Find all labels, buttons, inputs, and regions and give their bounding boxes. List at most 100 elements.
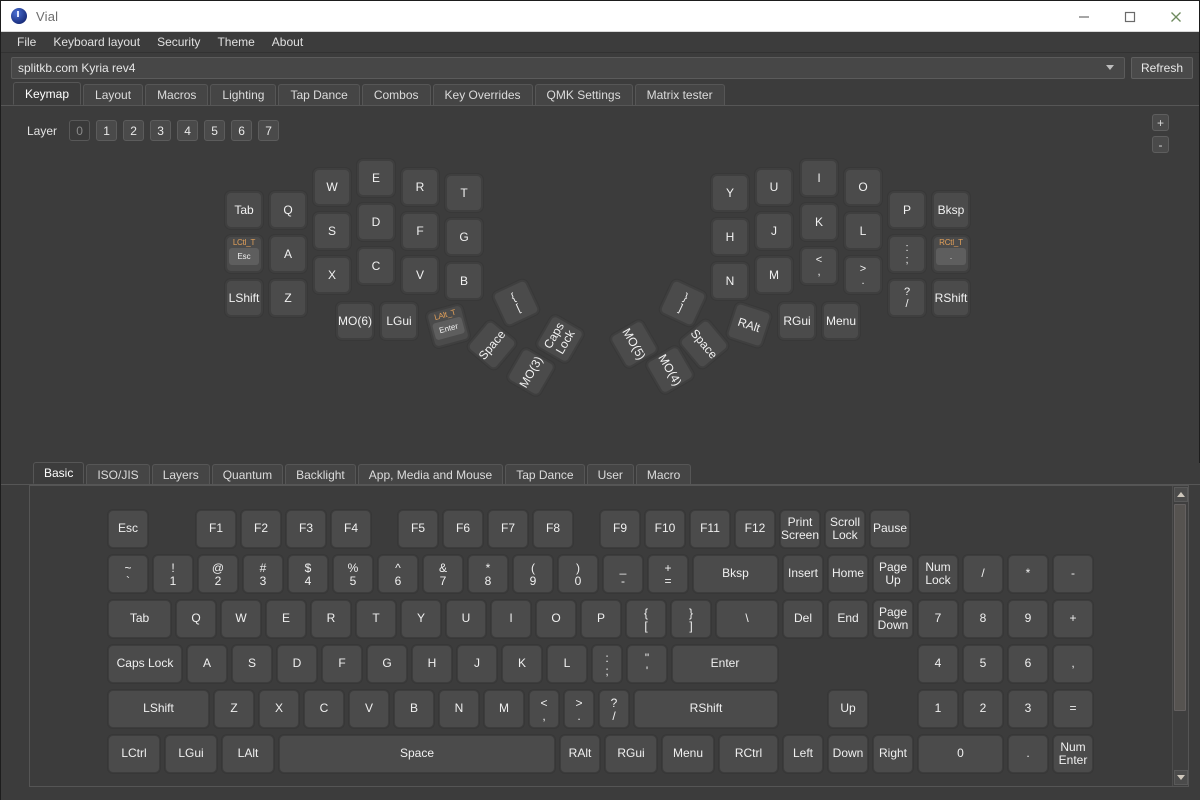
ref-key-u[interactable]: U <box>446 600 486 638</box>
ref-key-l[interactable]: L <box>547 645 587 683</box>
ref-key-d[interactable]: D <box>277 645 317 683</box>
keycap-bksp[interactable]: Bksp <box>932 191 970 229</box>
menu-item-keyboard-layout[interactable]: Keyboard layout <box>45 33 148 51</box>
keycap--[interactable]: ? / <box>888 279 926 317</box>
keycap-s[interactable]: S <box>313 212 351 250</box>
ref-key-sym[interactable]: ? / <box>599 690 629 728</box>
ref-key-sym[interactable]: / <box>963 555 1003 593</box>
ref-key-1[interactable]: 1 <box>918 690 958 728</box>
tab-layout[interactable]: Layout <box>83 84 144 105</box>
keycap-rctl_t[interactable]: RCtl_T. <box>932 235 970 273</box>
ref-key-menu[interactable]: Menu <box>662 735 714 773</box>
ref-key-m[interactable]: M <box>484 690 524 728</box>
ref-key-down[interactable]: Down <box>828 735 868 773</box>
vertical-scrollbar[interactable] <box>1172 486 1188 786</box>
ref-key-k[interactable]: K <box>502 645 542 683</box>
ref-key-print-screen[interactable]: Print Screen <box>780 510 820 548</box>
ref-key-w[interactable]: W <box>221 600 261 638</box>
keycap-q[interactable]: Q <box>269 191 307 229</box>
ref-tab-app-media-and-mouse[interactable]: App, Media and Mouse <box>357 464 504 484</box>
keycap-p[interactable]: P <box>888 191 926 229</box>
keycap-g[interactable]: G <box>445 218 483 256</box>
ref-tab-user[interactable]: User <box>586 464 634 484</box>
ref-key-up[interactable]: Up <box>828 690 868 728</box>
ref-key-sym[interactable]: <, <box>529 690 559 728</box>
keycap-lalt_t[interactable]: LAlt_T Enter <box>424 302 472 350</box>
ref-key-c[interactable]: C <box>304 690 344 728</box>
layer-button-2[interactable]: 2 <box>123 120 145 141</box>
ref-key--[interactable]: - <box>1053 555 1093 593</box>
ref-key-6[interactable]: ^ 6 <box>378 555 418 593</box>
ref-key-r[interactable]: R <box>311 600 351 638</box>
ref-key-f11[interactable]: F11 <box>690 510 730 548</box>
tab-keymap[interactable]: Keymap <box>13 82 82 105</box>
maximize-icon[interactable] <box>1107 1 1153 32</box>
keycap-u[interactable]: U <box>755 168 793 206</box>
ref-key-s[interactable]: S <box>232 645 272 683</box>
ref-tab-macro[interactable]: Macro <box>635 464 692 484</box>
tab-macros[interactable]: Macros <box>145 84 209 105</box>
ref-key-f10[interactable]: F10 <box>645 510 685 548</box>
ref-key-a[interactable]: A <box>187 645 227 683</box>
keycap-a[interactable]: A <box>269 235 307 273</box>
ref-key-5[interactable]: % 5 <box>333 555 373 593</box>
ref-key-sym[interactable]: * <box>1008 555 1048 593</box>
keycap-o[interactable]: O <box>844 168 882 206</box>
ref-key-j[interactable]: J <box>457 645 497 683</box>
scroll-track[interactable] <box>1173 503 1188 769</box>
tab-key-overrides[interactable]: Key Overrides <box>432 84 533 105</box>
ref-key-7[interactable]: 7 <box>918 600 958 638</box>
layer-button-0[interactable]: 0 <box>69 120 91 141</box>
ref-key-enter[interactable]: Enter <box>672 645 778 683</box>
ref-key-sym[interactable]: \ <box>716 600 778 638</box>
keycap-l[interactable]: L <box>844 212 882 250</box>
keycap-n[interactable]: N <box>711 262 749 300</box>
ref-key-f6[interactable]: F6 <box>443 510 483 548</box>
ref-key-num-enter[interactable]: Num Enter <box>1053 735 1093 773</box>
ref-key-end[interactable]: End <box>828 600 868 638</box>
layer-button-1[interactable]: 1 <box>96 120 118 141</box>
tab-qmk-settings[interactable]: QMK Settings <box>534 84 633 105</box>
keycap-j[interactable]: J <box>755 212 793 250</box>
ref-key-f1[interactable]: F1 <box>196 510 236 548</box>
keycap-k[interactable]: K <box>800 203 838 241</box>
device-dropdown[interactable]: splitkb.com Kyria rev4 <box>11 56 1125 79</box>
close-icon[interactable] <box>1153 1 1199 32</box>
keycap-lgui[interactable]: LGui <box>380 302 418 340</box>
keycap-menu[interactable]: Menu <box>822 302 860 340</box>
ref-key-lctrl[interactable]: LCtrl <box>108 735 160 773</box>
ref-key-h[interactable]: H <box>412 645 452 683</box>
keycap--[interactable]: <, <box>800 247 838 285</box>
ref-key-page-up[interactable]: Page Up <box>873 555 913 593</box>
ref-key-f4[interactable]: F4 <box>331 510 371 548</box>
ref-key-esc[interactable]: Esc <box>108 510 148 548</box>
ref-key-y[interactable]: Y <box>401 600 441 638</box>
ref-key-v[interactable]: V <box>349 690 389 728</box>
ref-key-x[interactable]: X <box>259 690 299 728</box>
ref-key-t[interactable]: T <box>356 600 396 638</box>
ref-key-4[interactable]: $4 <box>288 555 328 593</box>
ref-key-del[interactable]: Del <box>783 600 823 638</box>
layer-button-3[interactable]: 3 <box>150 120 172 141</box>
ref-key-rshift[interactable]: RShift <box>634 690 778 728</box>
keycap--[interactable]: {[ <box>490 277 542 329</box>
ref-key-caps-lock[interactable]: Caps Lock <box>108 645 182 683</box>
ref-key-insert[interactable]: Insert <box>783 555 823 593</box>
ref-key-sym[interactable]: = <box>1053 690 1093 728</box>
keycap-m[interactable]: M <box>755 256 793 294</box>
ref-key-bksp[interactable]: Bksp <box>693 555 778 593</box>
keycap-rgui[interactable]: RGui <box>778 302 816 340</box>
zoom-in-button[interactable]: + <box>1152 114 1169 131</box>
scroll-thumb[interactable] <box>1173 504 1186 711</box>
ref-key-rctrl[interactable]: RCtrl <box>719 735 778 773</box>
keycap--[interactable]: >. <box>844 256 882 294</box>
scroll-down-arrow[interactable] <box>1173 770 1188 785</box>
ref-key-lalt[interactable]: LAlt <box>222 735 274 773</box>
menu-item-theme[interactable]: Theme <box>209 33 262 51</box>
ref-key-tab[interactable]: Tab <box>108 600 171 638</box>
ref-tab-tap-dance[interactable]: Tap Dance <box>505 464 585 484</box>
layer-button-7[interactable]: 7 <box>258 120 280 141</box>
ref-key-rgui[interactable]: RGui <box>605 735 657 773</box>
keycap-t[interactable]: T <box>445 174 483 212</box>
keycap-lshift[interactable]: LShift <box>225 279 263 317</box>
